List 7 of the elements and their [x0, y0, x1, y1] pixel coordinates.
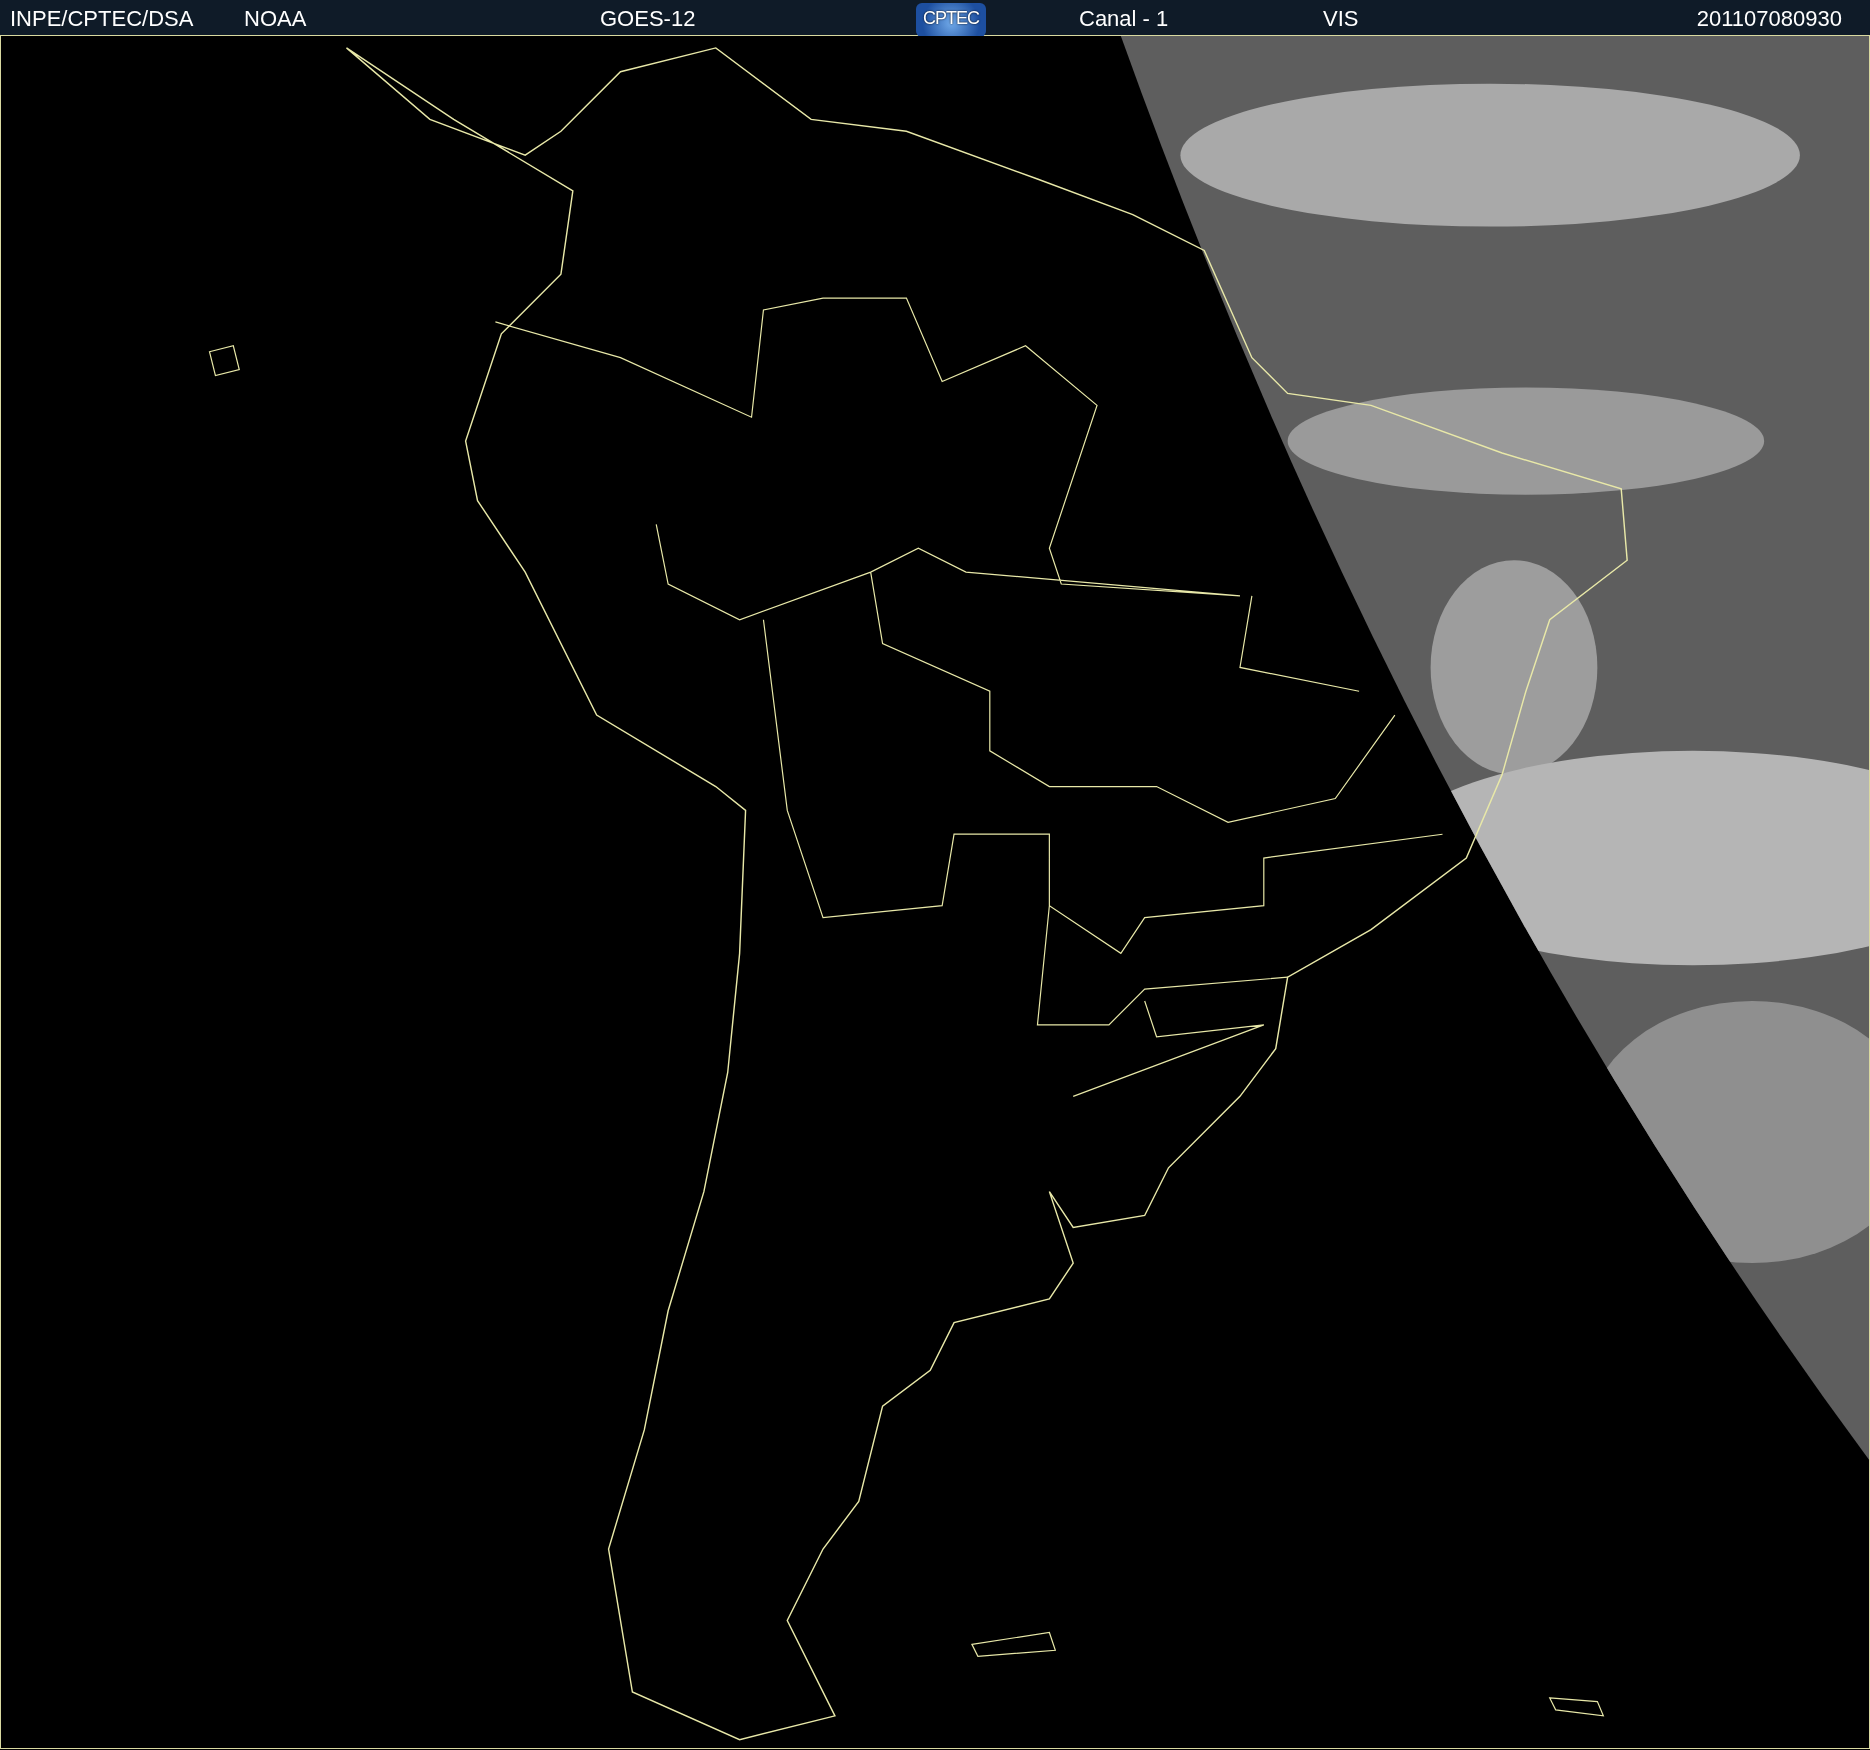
- header-label: GOES-12: [600, 6, 696, 31]
- header-label: 201107080930: [1696, 6, 1842, 31]
- header-label: INPE/CPTEC/DSA: [10, 6, 194, 31]
- header-label: VIS: [1323, 6, 1359, 31]
- header-label: Canal - 1: [1079, 6, 1169, 31]
- header-label: NOAA: [244, 6, 307, 31]
- logo: CPTEC: [916, 3, 986, 37]
